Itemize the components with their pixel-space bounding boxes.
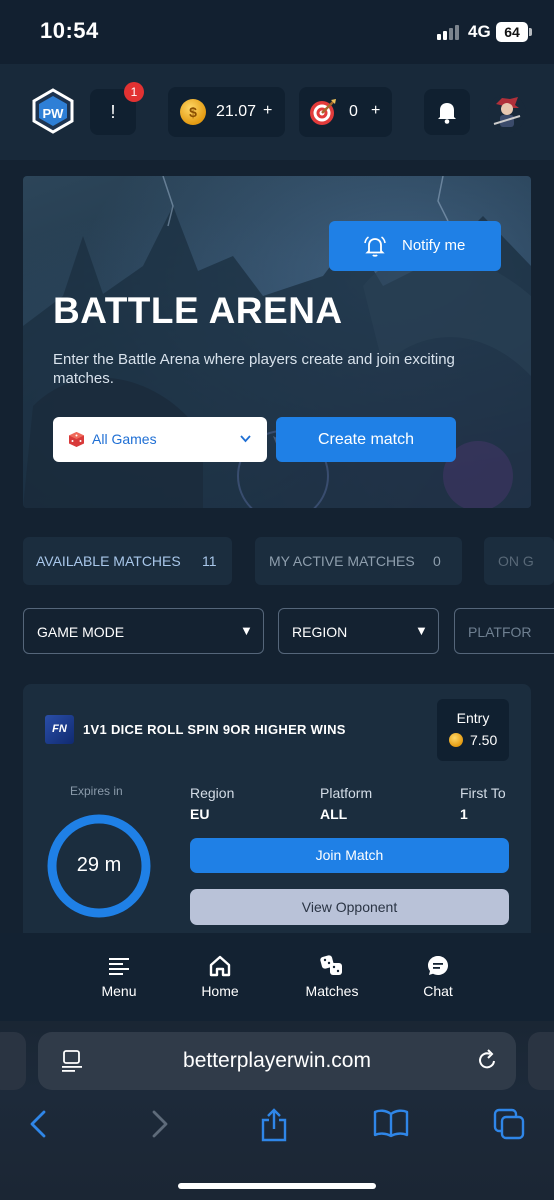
page-title: BATTLE ARENA: [53, 290, 343, 331]
page-description: Enter the Battle Arena where players cre…: [53, 351, 455, 387]
network-type: 4G: [468, 22, 491, 41]
coin-icon: $: [180, 99, 206, 125]
nav-matches[interactable]: Matches: [292, 955, 372, 999]
chat-icon: [428, 956, 448, 975]
bookmarks-icon[interactable]: [373, 1108, 409, 1138]
dropdown-arrow-icon: ▼: [240, 623, 253, 638]
add-tickets-icon: +: [371, 102, 381, 119]
tickets-balance: 0: [349, 103, 358, 120]
game-select-value: All Games: [92, 431, 157, 447]
game-select[interactable]: All Games: [53, 417, 267, 462]
tab-available-matches[interactable]: AVAILABLE MATCHES 11: [23, 537, 232, 585]
region-filter[interactable]: REGION ▼: [278, 608, 439, 654]
add-coins-icon: +: [263, 102, 273, 119]
dice-icon: [320, 955, 342, 975]
signal-icon: [437, 24, 463, 40]
tabs-icon[interactable]: [493, 1108, 525, 1140]
tab-count: 11: [202, 553, 217, 569]
bell-ring-icon: [364, 236, 386, 257]
region-label: Region: [190, 785, 235, 801]
reload-icon[interactable]: [475, 1048, 499, 1072]
chevron-down-icon: [240, 435, 251, 443]
coins-balance-button[interactable]: $ 21.07 +: [168, 87, 285, 137]
filter-label: GAME MODE: [37, 624, 125, 640]
url-text[interactable]: betterplayerwin.com: [38, 1049, 516, 1073]
match-title: 1V1 DICE ROLL SPIN 9OR HIGHER WINS: [83, 722, 346, 737]
alert-icon: !: [110, 102, 116, 122]
forward-icon[interactable]: [148, 1108, 170, 1140]
home-icon: [209, 955, 231, 977]
bell-icon: [438, 103, 456, 124]
platform-value: ALL: [320, 806, 348, 822]
expires-label: Expires in: [70, 784, 123, 798]
notifications-button[interactable]: [424, 89, 470, 135]
logo-icon[interactable]: PW: [30, 88, 76, 134]
menu-icon: [109, 958, 129, 975]
next-tab-preview[interactable]: [528, 1032, 554, 1090]
notify-me-button[interactable]: Notify me: [329, 221, 501, 271]
entry-value: 7.50: [470, 732, 498, 748]
tab-label: ON G: [498, 553, 534, 569]
dice-icon: [69, 432, 84, 447]
previous-tab-preview[interactable]: [0, 1032, 26, 1090]
first-to-label: First To: [460, 785, 506, 801]
svg-text:PW: PW: [43, 106, 65, 121]
filter-label: REGION: [292, 624, 348, 640]
platform-filter[interactable]: PLATFOR: [454, 608, 554, 654]
tab-label: AVAILABLE MATCHES: [36, 553, 181, 569]
game-mode-filter[interactable]: GAME MODE ▼: [23, 608, 264, 654]
view-opponent-button[interactable]: View Opponent: [190, 889, 509, 925]
tickets-balance-button[interactable]: 0 +: [299, 87, 392, 137]
tab-label: MY ACTIVE MATCHES: [269, 553, 415, 569]
nav-home[interactable]: Home: [180, 955, 260, 999]
nav-menu[interactable]: Menu: [79, 955, 159, 999]
nav-label: Chat: [423, 983, 453, 999]
filter-label: PLATFOR: [468, 624, 532, 640]
nav-chat[interactable]: Chat: [398, 955, 478, 999]
game-logo-icon: FN: [45, 715, 74, 744]
nav-label: Menu: [101, 983, 137, 999]
coins-balance: 21.07: [216, 103, 257, 120]
avatar[interactable]: [488, 94, 526, 132]
entry-fee-box: Entry 7.50: [437, 699, 509, 761]
region-value: EU: [190, 806, 210, 822]
notification-badge: 1: [124, 82, 144, 102]
coin-icon: [449, 733, 463, 747]
first-to-value: 1: [460, 806, 468, 822]
platform-label: Platform: [320, 785, 373, 801]
share-icon[interactable]: [259, 1108, 289, 1142]
status-time: 10:54: [40, 18, 99, 43]
nav-label: Home: [201, 983, 239, 999]
expires-value: 29 m: [76, 854, 122, 876]
tab-my-active-matches[interactable]: MY ACTIVE MATCHES 0: [255, 537, 462, 585]
battery-icon: 64: [496, 22, 528, 42]
entry-label: Entry: [456, 710, 490, 726]
battery-cap: [529, 28, 532, 36]
tab-count: 0: [433, 553, 441, 569]
back-icon[interactable]: [28, 1108, 50, 1140]
target-icon: [310, 99, 336, 125]
nav-label: Matches: [305, 983, 359, 999]
notify-me-label: Notify me: [402, 237, 466, 254]
join-match-button[interactable]: Join Match: [190, 838, 509, 873]
home-indicator: [178, 1183, 376, 1189]
create-match-button[interactable]: Create match: [276, 417, 456, 462]
dropdown-arrow-icon: ▼: [415, 623, 428, 638]
tab-ongoing[interactable]: ON G: [484, 537, 554, 585]
